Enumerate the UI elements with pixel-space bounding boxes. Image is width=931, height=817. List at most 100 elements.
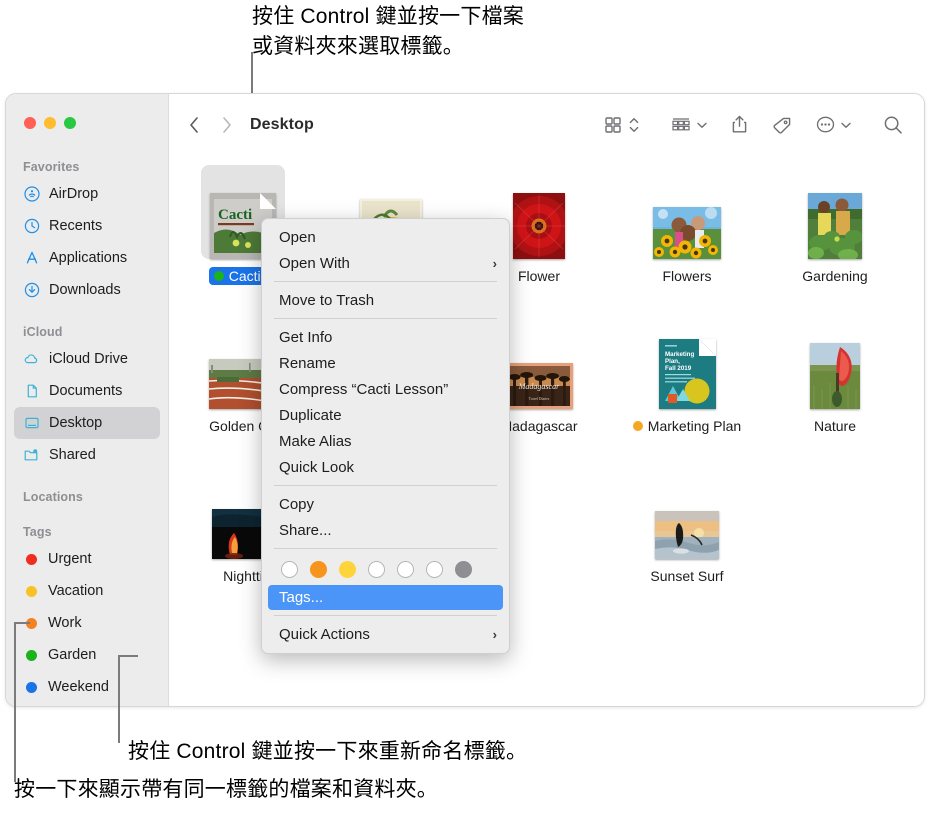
menu-item-quick-look[interactable]: Quick Look xyxy=(262,454,509,480)
menu-item-rename[interactable]: Rename xyxy=(262,350,509,376)
back-button[interactable] xyxy=(181,112,207,138)
file-label: Sunset Surf xyxy=(645,567,728,585)
svg-text:Plan,: Plan, xyxy=(665,358,680,365)
file-label: Nature xyxy=(809,417,861,435)
tag-swatch-yellow[interactable] xyxy=(339,561,356,578)
menu-separator xyxy=(274,615,497,616)
svg-text:Travel Diaries: Travel Diaries xyxy=(529,397,550,401)
menu-item-label: Make Alias xyxy=(279,432,352,450)
tag-icon[interactable] xyxy=(771,110,793,140)
tag-color-dot xyxy=(26,553,37,565)
file-item-flowers[interactable]: Flowers xyxy=(613,169,761,319)
file-name: Flowers xyxy=(662,268,712,284)
document-icon xyxy=(23,383,40,400)
callout-top-line1: 按住 Control 鍵並按一下檔案 xyxy=(252,5,524,28)
menu-item-label: Get Info xyxy=(279,328,333,346)
sidebar-item-label: Applications xyxy=(49,250,128,266)
sidebar-item-documents[interactable]: Documents xyxy=(14,375,160,407)
sidebar-item-label: Documents xyxy=(49,383,123,399)
toolbar-actions xyxy=(603,94,904,155)
minimize-button[interactable] xyxy=(44,117,56,129)
menu-item-open[interactable]: Open xyxy=(262,224,509,250)
file-thumbnail: Madagascar Travel Diaries xyxy=(505,323,573,409)
sidebar-tag-weekend[interactable]: Weekend xyxy=(14,671,160,703)
download-icon xyxy=(23,282,40,299)
menu-item-tags[interactable]: Tags... xyxy=(268,585,503,610)
forward-button[interactable] xyxy=(213,112,239,138)
file-item-sunset-surf[interactable]: Sunset Surf xyxy=(613,469,761,619)
group-by-button[interactable] xyxy=(670,110,692,140)
tag-swatch-green[interactable] xyxy=(368,561,385,578)
more-actions-chevron[interactable] xyxy=(840,110,852,140)
file-name: Nature xyxy=(813,418,857,434)
icon-view-button[interactable] xyxy=(603,110,623,140)
callout-showfiles-leader xyxy=(14,622,16,782)
menu-tag-swatches xyxy=(262,554,509,585)
menu-separator xyxy=(274,281,497,282)
menu-item-compress[interactable]: Compress “Cacti Lesson” xyxy=(262,376,509,402)
page-title: Desktop xyxy=(250,115,314,133)
svg-text:Marketing: Marketing xyxy=(665,351,694,358)
zoom-button[interactable] xyxy=(64,117,76,129)
menu-item-label: Copy xyxy=(279,495,315,513)
sidebar: Favorites AirDrop Recents Applications D… xyxy=(6,94,169,706)
sidebar-tag-label: Urgent xyxy=(48,551,92,567)
menu-item-label: Tags... xyxy=(279,589,324,606)
sidebar-item-applications[interactable]: Applications xyxy=(14,242,160,274)
tag-swatch-gray[interactable] xyxy=(455,561,472,578)
sidebar-tag-garden[interactable]: Garden xyxy=(14,639,160,671)
menu-item-open-with[interactable]: Open With › xyxy=(262,250,509,276)
sidebar-tag-urgent[interactable]: Urgent xyxy=(14,543,160,575)
share-button[interactable] xyxy=(730,110,749,140)
sidebar-item-recents[interactable]: Recents xyxy=(14,210,160,242)
file-label: Flowers xyxy=(657,267,716,285)
sidebar-item-icloud-drive[interactable]: iCloud Drive xyxy=(14,343,160,375)
menu-item-make-alias[interactable]: Make Alias xyxy=(262,428,509,454)
file-item-marketing-plan[interactable]: Marketing Plan, Fall 2019 Marketing Plan xyxy=(613,319,761,469)
sidebar-tag-work[interactable]: Work xyxy=(14,607,160,639)
applications-icon xyxy=(23,250,40,267)
file-tag-dot xyxy=(213,271,224,281)
menu-item-share[interactable]: Share... xyxy=(262,517,509,543)
menu-item-get-info[interactable]: Get Info xyxy=(262,324,509,350)
tag-swatch-blue[interactable] xyxy=(397,561,414,578)
menu-item-duplicate[interactable]: Duplicate xyxy=(262,402,509,428)
file-label: Marketing Plan xyxy=(628,417,746,435)
menu-item-copy[interactable]: Copy xyxy=(262,491,509,517)
tag-swatch-none[interactable] xyxy=(281,561,298,578)
tag-color-dot xyxy=(26,681,37,693)
airdrop-icon xyxy=(23,186,40,203)
cloud-icon xyxy=(23,351,40,368)
sidebar-item-label: Shared xyxy=(49,447,96,463)
tag-swatch-orange[interactable] xyxy=(310,561,327,578)
sidebar-item-shared[interactable]: Shared xyxy=(14,439,160,471)
file-label: Flower xyxy=(513,267,565,285)
file-tag-dot xyxy=(632,421,643,431)
menu-item-quick-actions[interactable]: Quick Actions › xyxy=(262,621,509,647)
callout-rename-leader-h xyxy=(118,655,138,657)
more-actions-button[interactable] xyxy=(815,110,836,140)
tag-swatch-purple[interactable] xyxy=(426,561,443,578)
view-stepper-button[interactable] xyxy=(628,110,640,140)
sidebar-item-label: AirDrop xyxy=(49,186,99,202)
sidebar-item-airdrop[interactable]: AirDrop xyxy=(14,178,160,210)
callout-top-line2: 或資料夾來選取標籤。 xyxy=(252,35,464,58)
file-name: Sunset Surf xyxy=(650,568,724,584)
file-label: Gardening xyxy=(797,267,872,285)
sidebar-item-downloads[interactable]: Downloads xyxy=(14,274,160,306)
sidebar-tag-label: Vacation xyxy=(48,583,104,599)
search-icon[interactable] xyxy=(882,110,904,140)
sidebar-tag-label: Weekend xyxy=(48,679,109,695)
sidebar-tag-vacation[interactable]: Vacation xyxy=(14,575,160,607)
file-item-gardening[interactable]: Gardening xyxy=(761,169,909,319)
menu-item-label: Rename xyxy=(279,354,336,372)
madagascar-photo-icon: Madagascar Travel Diaries xyxy=(505,363,573,409)
file-item-nature[interactable]: Nature xyxy=(761,319,909,469)
menu-item-move-to-trash[interactable]: Move to Trash xyxy=(262,287,509,313)
chevron-right-icon: › xyxy=(492,626,497,642)
close-button[interactable] xyxy=(24,117,36,129)
sidebar-header-locations: Locations xyxy=(23,490,83,504)
group-by-chevron[interactable] xyxy=(696,110,708,140)
sidebar-item-desktop[interactable]: Desktop xyxy=(14,407,160,439)
menu-item-label: Open xyxy=(279,228,316,246)
